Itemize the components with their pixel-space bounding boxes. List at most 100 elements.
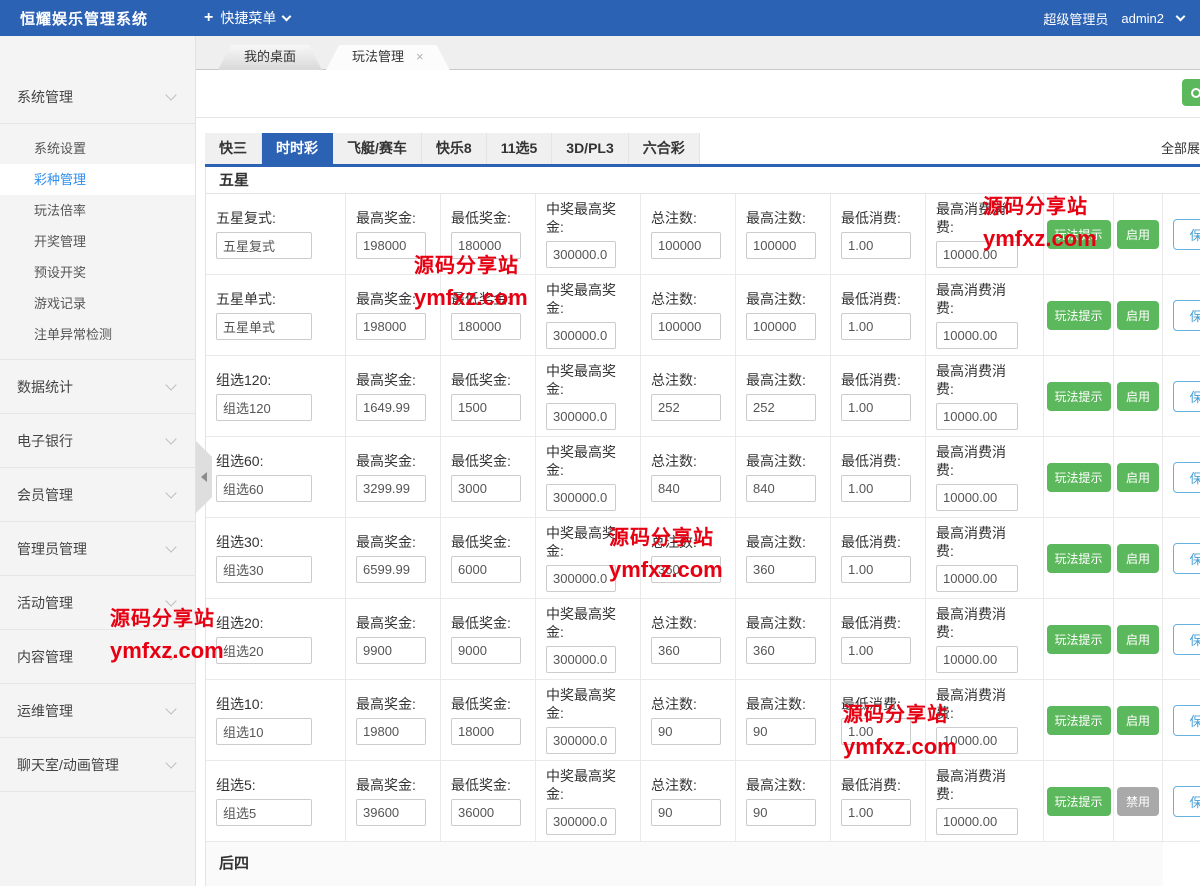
max-prize-input[interactable] xyxy=(356,475,426,502)
sidebar-item-game-records[interactable]: 游戏记录 xyxy=(0,288,195,319)
min-cost-input[interactable] xyxy=(841,799,911,826)
max-cost-input[interactable] xyxy=(936,403,1018,430)
max-cost-input[interactable] xyxy=(936,646,1018,673)
max-prize-input[interactable] xyxy=(356,232,426,259)
total-bets-input[interactable] xyxy=(651,637,721,664)
min-prize-input[interactable] xyxy=(451,475,521,502)
tab-play-manage[interactable]: 玩法管理× xyxy=(326,45,450,70)
max-prize-input[interactable] xyxy=(356,637,426,664)
max-bets-input[interactable] xyxy=(746,718,816,745)
play-tip-button[interactable]: 玩法提示 xyxy=(1047,220,1111,249)
win-max-prize-input[interactable] xyxy=(546,565,616,592)
total-bets-input[interactable] xyxy=(651,394,721,421)
save-button[interactable]: 保存 xyxy=(1173,219,1200,250)
sidebar-item-play-rate[interactable]: 玩法倍率 xyxy=(0,195,195,226)
save-button[interactable]: 保存 xyxy=(1173,300,1200,331)
max-cost-input[interactable] xyxy=(936,808,1018,835)
min-prize-input[interactable] xyxy=(451,313,521,340)
save-button[interactable]: 保存 xyxy=(1173,381,1200,412)
max-prize-input[interactable] xyxy=(356,799,426,826)
total-bets-input[interactable] xyxy=(651,556,721,583)
sidebar-item-preset-draw[interactable]: 预设开奖 xyxy=(0,257,195,288)
toggle-status-button[interactable]: 启用 xyxy=(1117,706,1159,735)
play-tip-button[interactable]: 玩法提示 xyxy=(1047,706,1111,735)
min-cost-input[interactable] xyxy=(841,232,911,259)
min-cost-input[interactable] xyxy=(841,475,911,502)
max-cost-input[interactable] xyxy=(936,241,1018,268)
win-max-prize-input[interactable] xyxy=(546,727,616,754)
section-header-five-star[interactable]: 五星 xyxy=(206,167,1200,194)
toggle-status-button[interactable]: 启用 xyxy=(1117,382,1159,411)
max-bets-input[interactable] xyxy=(746,232,816,259)
play-name-input[interactable] xyxy=(216,313,312,340)
sidebar-item-system-settings[interactable]: 系统设置 xyxy=(0,133,195,164)
toggle-status-button[interactable]: 启用 xyxy=(1117,463,1159,492)
close-tab-icon[interactable]: × xyxy=(416,49,424,64)
max-prize-input[interactable] xyxy=(356,313,426,340)
total-bets-input[interactable] xyxy=(651,475,721,502)
save-button[interactable]: 保存 xyxy=(1173,624,1200,655)
max-cost-input[interactable] xyxy=(936,565,1018,592)
play-name-input[interactable] xyxy=(216,232,312,259)
play-name-input[interactable] xyxy=(216,475,312,502)
tab-my-desktop[interactable]: 我的桌面 xyxy=(218,45,322,70)
play-name-input[interactable] xyxy=(216,556,312,583)
win-max-prize-input[interactable] xyxy=(546,403,616,430)
max-cost-input[interactable] xyxy=(936,322,1018,349)
toggle-status-button[interactable]: 启用 xyxy=(1117,220,1159,249)
min-prize-input[interactable] xyxy=(451,718,521,745)
max-bets-input[interactable] xyxy=(746,475,816,502)
win-max-prize-input[interactable] xyxy=(546,808,616,835)
win-max-prize-input[interactable] xyxy=(546,241,616,268)
toggle-status-button[interactable]: 启用 xyxy=(1117,301,1159,330)
max-prize-input[interactable] xyxy=(356,556,426,583)
sidebar-group-activities[interactable]: 活动管理 xyxy=(0,576,195,630)
win-max-prize-input[interactable] xyxy=(546,646,616,673)
sidebar-group-ops[interactable]: 运维管理 xyxy=(0,684,195,738)
play-tab-speedboat-racing[interactable]: 飞艇/赛车 xyxy=(333,133,422,164)
sidebar-item-abnormal-bets[interactable]: 注单异常检测 xyxy=(0,319,195,350)
max-bets-input[interactable] xyxy=(746,313,816,340)
play-name-input[interactable] xyxy=(216,718,312,745)
username-menu[interactable]: admin2 xyxy=(1121,11,1164,26)
play-tip-button[interactable]: 玩法提示 xyxy=(1047,544,1111,573)
max-bets-input[interactable] xyxy=(746,394,816,421)
play-name-input[interactable] xyxy=(216,394,312,421)
total-bets-input[interactable] xyxy=(651,799,721,826)
sidebar-group-system[interactable]: 系统管理 xyxy=(0,70,195,124)
sidebar-group-chatroom[interactable]: 聊天室/动画管理 xyxy=(0,738,195,792)
min-cost-input[interactable] xyxy=(841,394,911,421)
win-max-prize-input[interactable] xyxy=(546,322,616,349)
toggle-status-button[interactable]: 启用 xyxy=(1117,544,1159,573)
win-max-prize-input[interactable] xyxy=(546,484,616,511)
save-button[interactable]: 保存 xyxy=(1173,543,1200,574)
min-prize-input[interactable] xyxy=(451,799,521,826)
play-tip-button[interactable]: 玩法提示 xyxy=(1047,787,1111,816)
min-cost-input[interactable] xyxy=(841,313,911,340)
play-tab-lhc[interactable]: 六合彩 xyxy=(629,133,700,164)
save-button[interactable]: 保存 xyxy=(1173,462,1200,493)
min-prize-input[interactable] xyxy=(451,394,521,421)
total-bets-input[interactable] xyxy=(651,232,721,259)
sidebar-item-draw-manage[interactable]: 开奖管理 xyxy=(0,226,195,257)
play-tip-button[interactable]: 玩法提示 xyxy=(1047,625,1111,654)
sidebar-item-lottery-manage[interactable]: 彩种管理 xyxy=(0,164,195,195)
section-header-last-four[interactable]: 后四 xyxy=(206,842,1163,886)
min-prize-input[interactable] xyxy=(451,556,521,583)
sidebar-group-e-bank[interactable]: 电子银行 xyxy=(0,414,195,468)
min-cost-input[interactable] xyxy=(841,556,911,583)
play-tab-3dpl3[interactable]: 3D/PL3 xyxy=(552,133,628,164)
total-bets-input[interactable] xyxy=(651,313,721,340)
play-name-input[interactable] xyxy=(216,637,312,664)
expand-all-link[interactable]: 全部展 xyxy=(1161,133,1200,164)
min-cost-input[interactable] xyxy=(841,637,911,664)
play-name-input[interactable] xyxy=(216,799,312,826)
play-tab-ssc[interactable]: 时时彩 xyxy=(262,133,333,164)
min-prize-input[interactable] xyxy=(451,637,521,664)
max-cost-input[interactable] xyxy=(936,727,1018,754)
max-prize-input[interactable] xyxy=(356,394,426,421)
sidebar-group-content[interactable]: 内容管理 xyxy=(0,630,195,684)
max-bets-input[interactable] xyxy=(746,637,816,664)
max-prize-input[interactable] xyxy=(356,718,426,745)
min-cost-input[interactable] xyxy=(841,718,911,745)
